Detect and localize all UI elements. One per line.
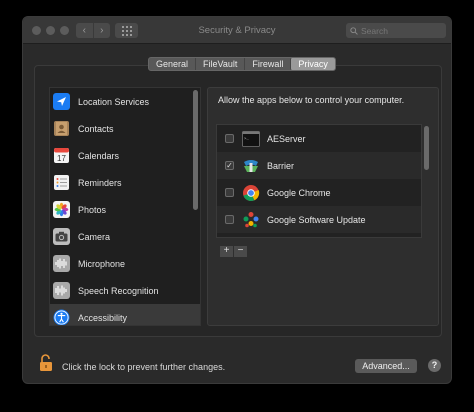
app-checkbox[interactable]: ✓ (225, 161, 234, 170)
lock-message: Click the lock to prevent further change… (62, 362, 226, 372)
barrier-icon (242, 157, 260, 175)
microphone-waveform-icon (53, 255, 70, 272)
help-button[interactable]: ? (428, 359, 441, 372)
sidebar-item-label: Camera (78, 231, 111, 242)
sidebar-item-label: Microphone (78, 258, 126, 269)
search-icon (350, 26, 358, 35)
sidebar-item-contacts[interactable]: Contacts (50, 115, 200, 142)
app-list-scrollbar[interactable] (424, 126, 429, 170)
tab-general[interactable]: General (149, 58, 195, 70)
add-remove-controls: + − (220, 246, 247, 257)
sidebar-item-label: Calendars (78, 150, 120, 161)
remove-app-button[interactable]: − (234, 246, 247, 257)
sidebar-item-microphone[interactable]: Microphone (50, 250, 200, 277)
app-row-barrier[interactable]: ✓ Barrier (217, 152, 421, 179)
sidebar-item-location-services[interactable]: Location Services (50, 88, 200, 115)
panel-description: Allow the apps below to control your com… (218, 95, 405, 105)
app-checkbox[interactable] (225, 215, 234, 224)
sidebar-item-label: Reminders (78, 177, 122, 188)
camera-icon (53, 228, 70, 245)
app-list[interactable]: >_ AEServer ✓ Barrier Google Chrome Goog… (216, 124, 422, 238)
tab-filevault[interactable]: FileVault (195, 58, 244, 70)
chrome-icon (242, 184, 260, 202)
sidebar-item-camera[interactable]: Camera (50, 223, 200, 250)
search-input[interactable] (361, 25, 441, 36)
sidebar-item-reminders[interactable]: Reminders (50, 169, 200, 196)
sidebar-item-label: Speech Recognition (78, 285, 159, 296)
terminal-icon: >_ (242, 130, 260, 148)
reminders-list-icon (53, 174, 70, 191)
tab-privacy[interactable]: Privacy (290, 58, 335, 70)
sidebar-item-calendars[interactable]: 17 Calendars (50, 142, 200, 169)
search-field[interactable] (346, 23, 446, 38)
checkmark-icon: ✓ (226, 160, 233, 170)
app-label: AEServer (267, 133, 306, 144)
advanced-button[interactable]: Advanced... (355, 359, 417, 373)
app-row-google-software-update[interactable]: Google Software Update (217, 206, 421, 233)
lock-icon[interactable] (39, 354, 53, 372)
app-row-google-chrome[interactable]: Google Chrome (217, 179, 421, 206)
security-privacy-window: ‹ › Security & Privacy Search Location S… (22, 16, 452, 384)
google-update-icon (242, 211, 260, 229)
privacy-pane: Location Services Contacts 17 Calendars … (34, 65, 442, 337)
app-row-aeserver[interactable]: >_ AEServer (217, 125, 421, 152)
footer-bar: Click the lock to prevent further change… (23, 351, 451, 381)
sidebar-item-label: Photos (78, 204, 107, 215)
app-label: Google Chrome (267, 187, 331, 198)
app-checkbox[interactable] (225, 188, 234, 197)
privacy-category-list[interactable]: Location Services Contacts 17 Calendars … (49, 87, 201, 326)
photos-flower-icon (53, 201, 70, 218)
tab-firewall[interactable]: Firewall (244, 58, 290, 70)
speech-waveform-icon (53, 282, 70, 299)
location-arrow-icon (53, 93, 70, 110)
sidebar-item-label: Contacts (78, 123, 114, 134)
calendar-day-number: 17 (57, 154, 66, 163)
calendar-icon: 17 (53, 147, 70, 164)
contacts-book-icon (53, 120, 70, 137)
title-bar: ‹ › Security & Privacy (23, 17, 451, 44)
accessibility-panel: Allow the apps below to control your com… (207, 87, 439, 326)
accessibility-person-icon (53, 309, 70, 325)
sidebar-item-photos[interactable]: Photos (50, 196, 200, 223)
sidebar-item-accessibility[interactable]: Accessibility (50, 304, 200, 325)
sidebar-item-speech-recognition[interactable]: Speech Recognition (50, 277, 200, 304)
app-label: Barrier (267, 160, 295, 171)
svg-text:>_: >_ (244, 136, 249, 141)
sidebar-item-label: Location Services (78, 96, 150, 107)
sidebar-item-label: Accessibility (78, 312, 128, 323)
add-app-button[interactable]: + (220, 246, 233, 257)
sidebar-scrollbar[interactable] (193, 90, 198, 210)
app-checkbox[interactable] (225, 134, 234, 143)
tab-bar: General FileVault Firewall Privacy (148, 57, 336, 71)
app-label: Google Software Update (267, 214, 366, 225)
